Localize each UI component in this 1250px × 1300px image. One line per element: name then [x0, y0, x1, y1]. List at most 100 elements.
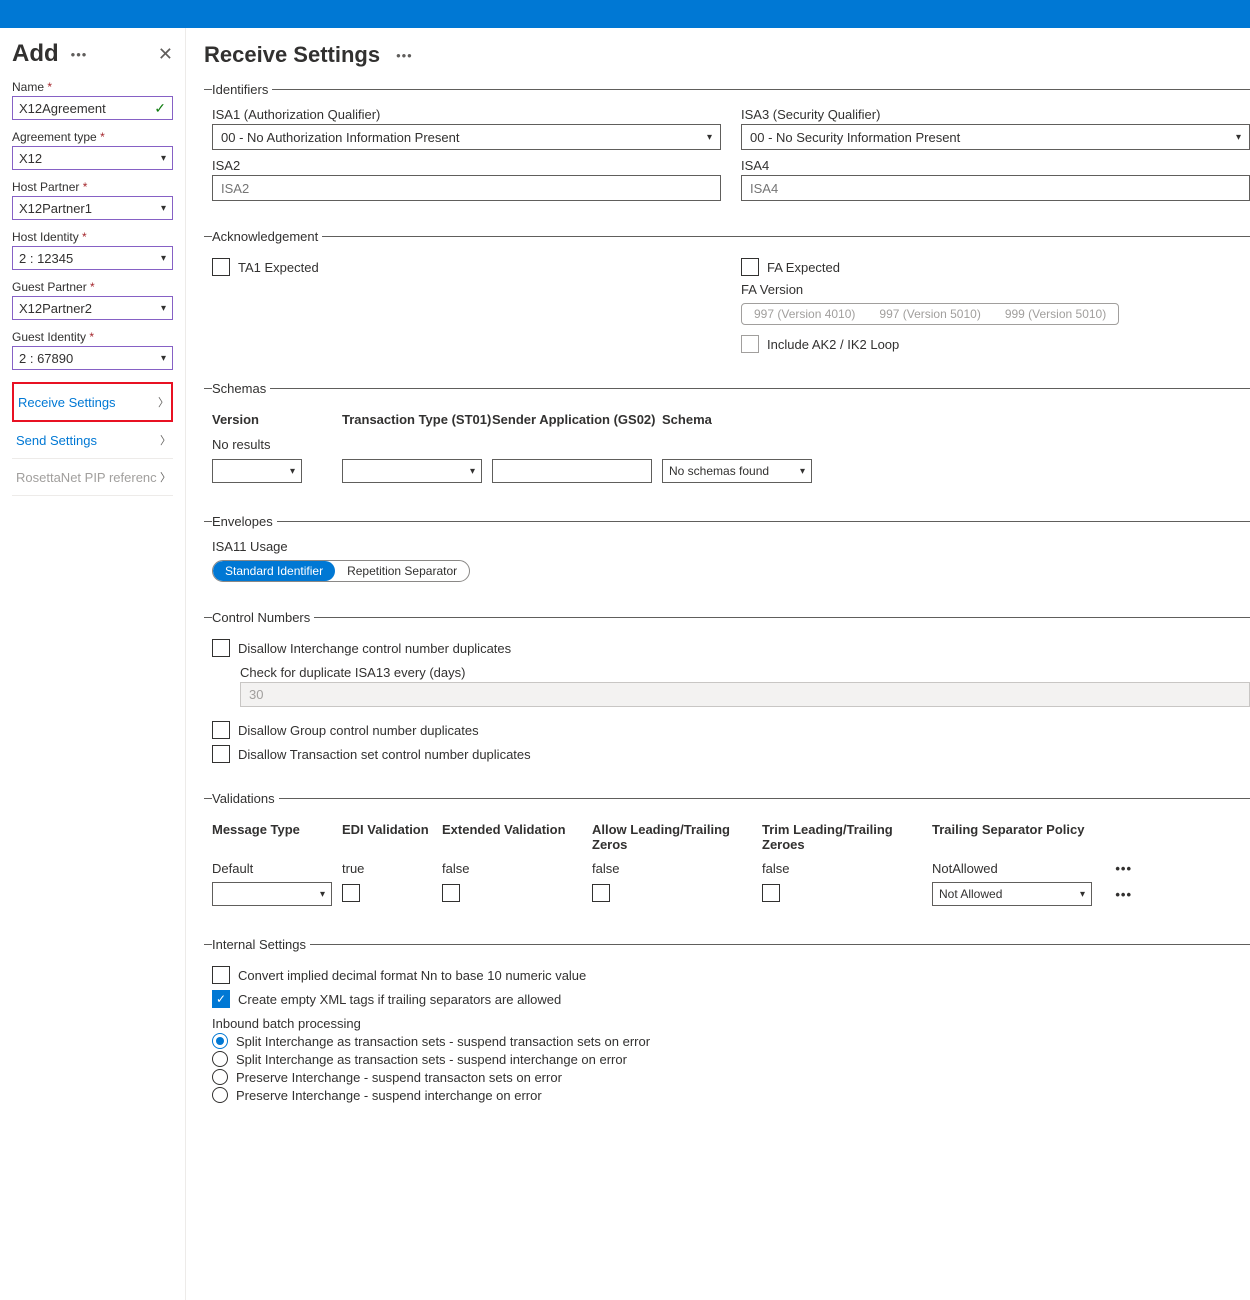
isa3-label: ISA3 (Security Qualifier) [741, 107, 1250, 122]
envelopes-section: Envelopes ISA11 Usage Standard Identifie… [204, 514, 1250, 596]
ak2-label: Include AK2 / IK2 Loop [767, 337, 899, 352]
val-h-edi: EDI Validation [342, 822, 442, 852]
schema-transaction-select[interactable]: ▾ [342, 459, 482, 483]
val-h-allow: Allow Leading/Trailing Zeros [592, 822, 762, 852]
batch-label: Inbound batch processing [212, 1016, 1250, 1031]
isa1-label: ISA1 (Authorization Qualifier) [212, 107, 721, 122]
envelopes-legend: Envelopes [212, 514, 277, 529]
more-icon[interactable]: ••• [67, 47, 92, 62]
isa4-label: ISA4 [741, 158, 1250, 173]
ta1-checkbox[interactable] [212, 258, 230, 276]
schema-h-version: Version [212, 412, 342, 427]
schema-sender-input[interactable] [492, 459, 652, 483]
left-title: Add [12, 40, 59, 68]
fa-v3[interactable]: 999 (Version 5010) [993, 304, 1118, 324]
validations-section: Validations Message Type EDI Validation … [204, 791, 1250, 923]
disallow-interchange-label: Disallow Interchange control number dupl… [238, 641, 511, 656]
main-panel: Receive Settings ••• Identifiers ISA1 (A… [186, 28, 1250, 1300]
disallow-group-label: Disallow Group control number duplicates [238, 723, 479, 738]
convert-decimal-cb[interactable] [212, 966, 230, 984]
isa2-label: ISA2 [212, 158, 721, 173]
chevron-right-icon: 〉 [160, 469, 171, 485]
check-isa13-input: 30 [240, 682, 1250, 707]
chevron-right-icon: 〉 [158, 394, 169, 410]
fa-v2[interactable]: 997 (Version 5010) [867, 304, 992, 324]
fa-version-label: FA Version [741, 282, 1250, 297]
validations-legend: Validations [212, 791, 279, 806]
val-msg-select[interactable]: ▾ [212, 882, 332, 906]
name-input[interactable]: X12Agreement✓ [12, 96, 173, 120]
val-h-pol: Trailing Separator Policy [932, 822, 1112, 852]
val-edi-cb[interactable] [342, 884, 360, 902]
identifiers-section: Identifiers ISA1 (Authorization Qualifie… [204, 82, 1250, 215]
host-partner-select[interactable]: X12Partner1▾ [12, 196, 173, 220]
agreement-type-label: Agreement type * [12, 130, 173, 144]
batch-radio-3[interactable] [212, 1069, 228, 1085]
create-xml-cb[interactable]: ✓ [212, 990, 230, 1008]
fa-version-group[interactable]: 997 (Version 4010) 997 (Version 5010) 99… [741, 303, 1119, 325]
val-h-msg: Message Type [212, 822, 342, 852]
host-partner-label: Host Partner * [12, 180, 173, 194]
fa-v1[interactable]: 997 (Version 4010) [742, 304, 867, 324]
chevron-down-icon: ▾ [161, 203, 166, 214]
schema-select[interactable]: No schemas found▾ [662, 459, 812, 483]
chevron-down-icon: ▾ [161, 253, 166, 264]
guest-identity-select[interactable]: 2 : 67890▾ [12, 346, 173, 370]
nav-receive-settings[interactable]: Receive Settings〉 [12, 382, 173, 422]
schema-h-transaction: Transaction Type (ST01) [342, 412, 492, 427]
batch-radio-1[interactable] [212, 1033, 228, 1049]
isa4-input[interactable] [741, 175, 1250, 201]
convert-decimal-label: Convert implied decimal format Nn to bas… [238, 968, 586, 983]
left-panel: Add ••• ✕ Name * X12Agreement✓ Agreement… [0, 28, 186, 1300]
batch-radio-4[interactable] [212, 1087, 228, 1103]
close-icon[interactable]: ✕ [158, 44, 173, 65]
top-bar [0, 0, 1250, 28]
more-icon[interactable]: ••• [1115, 861, 1132, 876]
host-identity-select[interactable]: 2 : 12345▾ [12, 246, 173, 270]
isa11-standard[interactable]: Standard Identifier [213, 561, 335, 581]
val-pol-select[interactable]: Not Allowed▾ [932, 882, 1092, 906]
internal-legend: Internal Settings [212, 937, 310, 952]
isa11-toggle[interactable]: Standard Identifier Repetition Separator [212, 560, 470, 582]
guest-partner-select[interactable]: X12Partner2▾ [12, 296, 173, 320]
chevron-down-icon: ▾ [707, 132, 712, 143]
ack-legend: Acknowledgement [212, 229, 322, 244]
guest-identity-label: Guest Identity * [12, 330, 173, 344]
chevron-down-icon: ▾ [1236, 132, 1241, 143]
schema-no-results: No results [212, 433, 1250, 456]
batch-radio-2[interactable] [212, 1051, 228, 1067]
schema-version-select[interactable]: ▾ [212, 459, 302, 483]
schemas-legend: Schemas [212, 381, 270, 396]
val-allow-cb[interactable] [592, 884, 610, 902]
nav-rosettanet[interactable]: RosettaNet PIP referenc〉 [12, 459, 173, 496]
ack-section: Acknowledgement TA1 Expected FA Expected… [204, 229, 1250, 367]
internal-section: Internal Settings Convert implied decima… [204, 937, 1250, 1117]
more-icon[interactable]: ••• [1115, 887, 1132, 902]
schema-h-schema: Schema [662, 412, 822, 427]
identifiers-legend: Identifiers [212, 82, 272, 97]
isa1-select[interactable]: 00 - No Authorization Information Presen… [212, 124, 721, 150]
val-h-trim: Trim Leading/Trailing Zeroes [762, 822, 932, 852]
isa11-repetition[interactable]: Repetition Separator [335, 561, 469, 581]
agreement-type-select[interactable]: X12▾ [12, 146, 173, 170]
disallow-transaction-cb[interactable] [212, 745, 230, 763]
isa2-input[interactable] [212, 175, 721, 201]
isa3-select[interactable]: 00 - No Security Information Present▾ [741, 124, 1250, 150]
more-icon[interactable]: ••• [392, 48, 417, 63]
disallow-interchange-cb[interactable] [212, 639, 230, 657]
val-ext-cb[interactable] [442, 884, 460, 902]
nav-send-settings[interactable]: Send Settings〉 [12, 422, 173, 459]
ak2-checkbox[interactable] [741, 335, 759, 353]
check-isa13-label: Check for duplicate ISA13 every (days) [240, 665, 1250, 680]
guest-partner-label: Guest Partner * [12, 280, 173, 294]
control-section: Control Numbers Disallow Interchange con… [204, 610, 1250, 777]
disallow-transaction-label: Disallow Transaction set control number … [238, 747, 531, 762]
table-row: ▾ Not Allowed▾ ••• [212, 879, 1250, 909]
chevron-down-icon: ▾ [161, 153, 166, 164]
val-h-ext: Extended Validation [442, 822, 592, 852]
fa-checkbox[interactable] [741, 258, 759, 276]
disallow-group-cb[interactable] [212, 721, 230, 739]
name-label: Name * [12, 80, 173, 94]
val-trim-cb[interactable] [762, 884, 780, 902]
chevron-right-icon: 〉 [160, 432, 171, 448]
